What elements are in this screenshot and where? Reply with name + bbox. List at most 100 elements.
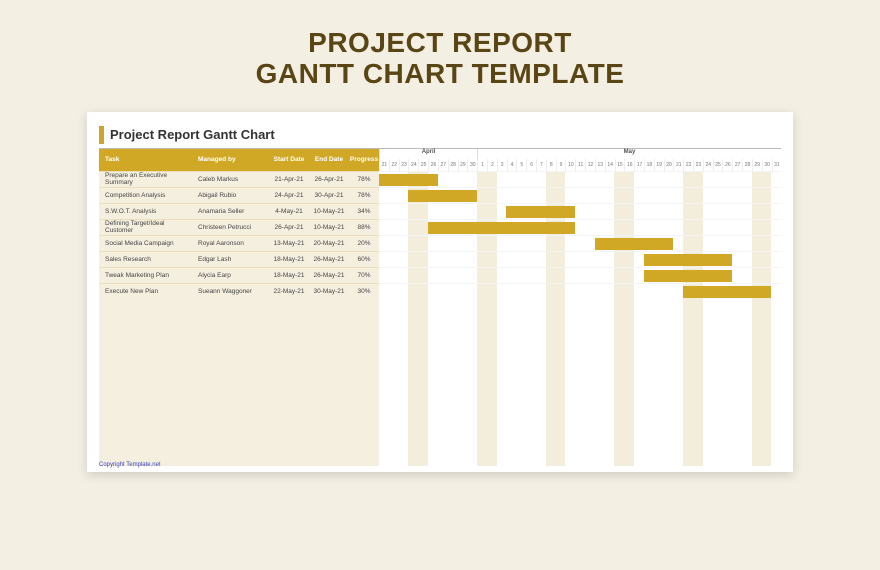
doc-header: Project Report Gantt Chart — [99, 126, 781, 144]
gantt-bar — [595, 238, 673, 250]
day-label: 14 — [605, 159, 615, 171]
table-row: Defining Target/Ideal CustomerChristeen … — [99, 219, 379, 235]
gantt-bar — [644, 254, 732, 266]
day-label: 20 — [664, 159, 674, 171]
timeline-months: AprilMay — [379, 149, 781, 159]
gantt-row — [379, 251, 781, 267]
col-end: End Date — [309, 149, 349, 171]
day-label: 9 — [556, 159, 566, 171]
cell-prog: 78% — [349, 192, 379, 199]
day-label: 17 — [634, 159, 644, 171]
day-label: 12 — [585, 159, 595, 171]
gantt-row — [379, 235, 781, 251]
day-label: 24 — [703, 159, 713, 171]
day-label: 6 — [526, 159, 536, 171]
cell-start: 22-May-21 — [269, 288, 309, 295]
cell-end: 26-May-21 — [309, 272, 349, 279]
gantt-row — [379, 219, 781, 235]
timeline-days: 2122232425262728293012345678910111213141… — [379, 159, 781, 171]
day-label: 8 — [546, 159, 556, 171]
month-label: April — [379, 149, 477, 159]
day-label: 4 — [507, 159, 517, 171]
cell-end: 30-May-21 — [309, 288, 349, 295]
cell-mgr: Edgar Lash — [194, 256, 269, 263]
day-label: 26 — [428, 159, 438, 171]
day-label: 5 — [516, 159, 526, 171]
day-label: 24 — [408, 159, 418, 171]
gantt-chart: Task Managed by Start Date End Date Prog… — [99, 148, 781, 466]
day-label: 25 — [418, 159, 428, 171]
gantt-bar — [683, 286, 771, 298]
gantt-bar — [644, 270, 732, 282]
cell-end: 30-Apr-21 — [309, 192, 349, 199]
day-label: 19 — [654, 159, 664, 171]
day-label: 1 — [477, 159, 487, 171]
day-label: 2 — [487, 159, 497, 171]
day-label: 3 — [497, 159, 507, 171]
cell-prog: 70% — [349, 272, 379, 279]
day-label: 13 — [595, 159, 605, 171]
col-task: Task — [99, 149, 194, 171]
day-label: 27 — [438, 159, 448, 171]
cell-start: 18-May-21 — [269, 256, 309, 263]
day-label: 11 — [575, 159, 585, 171]
day-label: 27 — [732, 159, 742, 171]
table-row: Competition AnalysisAbigail Rubio24-Apr-… — [99, 187, 379, 203]
day-label: 28 — [742, 159, 752, 171]
cell-end: 10-May-21 — [309, 208, 349, 215]
cell-start: 4-May-21 — [269, 208, 309, 215]
day-label: 21 — [379, 159, 389, 171]
cell-task: Execute New Plan — [99, 288, 194, 295]
table-row: Execute New PlanSueann Waggoner22-May-21… — [99, 283, 379, 299]
task-table: Task Managed by Start Date End Date Prog… — [99, 149, 379, 466]
day-label: 30 — [762, 159, 772, 171]
table-body: Prepare an Executive SummaryCaleb Markus… — [99, 171, 379, 299]
cell-start: 26-Apr-21 — [269, 224, 309, 231]
gantt-bar — [408, 190, 477, 202]
cell-end: 26-Apr-21 — [309, 176, 349, 183]
cell-mgr: Anamaria Seller — [194, 208, 269, 215]
day-label: 22 — [683, 159, 693, 171]
cell-mgr: Abigail Rubio — [194, 192, 269, 199]
table-filler — [99, 299, 379, 466]
day-label: 16 — [624, 159, 634, 171]
gantt-row — [379, 267, 781, 283]
gantt-bar — [428, 222, 575, 234]
col-start: Start Date — [269, 149, 309, 171]
day-label: 31 — [772, 159, 782, 171]
day-label: 22 — [389, 159, 399, 171]
day-label: 25 — [713, 159, 723, 171]
document-card: Project Report Gantt Chart Task Managed … — [87, 112, 793, 472]
cell-prog: 20% — [349, 240, 379, 247]
table-row: Social Media CampaignRoyal Aaronson13-Ma… — [99, 235, 379, 251]
cell-start: 13-May-21 — [269, 240, 309, 247]
day-label: 23 — [693, 159, 703, 171]
page-title: PROJECT REPORT GANTT CHART TEMPLATE — [256, 28, 625, 90]
cell-task: Tweak Marketing Plan — [99, 272, 194, 279]
gantt-row — [379, 171, 781, 187]
cell-prog: 60% — [349, 256, 379, 263]
cell-end: 26-May-21 — [309, 256, 349, 263]
cell-mgr: Alycia Earp — [194, 272, 269, 279]
day-label: 28 — [448, 159, 458, 171]
timeline-bars — [379, 171, 781, 466]
col-progress: Progress — [349, 149, 379, 171]
timeline: AprilMay 2122232425262728293012345678910… — [379, 149, 781, 466]
cell-start: 21-Apr-21 — [269, 176, 309, 183]
day-label: 7 — [536, 159, 546, 171]
cell-prog: 34% — [349, 208, 379, 215]
cell-mgr: Christeen Petrucci — [194, 224, 269, 231]
cell-task: Sales Research — [99, 256, 194, 263]
day-label: 26 — [722, 159, 732, 171]
day-label: 10 — [565, 159, 575, 171]
day-label: 23 — [399, 159, 409, 171]
accent-bar-icon — [99, 126, 104, 144]
timeline-header: AprilMay 2122232425262728293012345678910… — [379, 149, 781, 171]
gantt-bar — [379, 174, 438, 186]
cell-mgr: Caleb Markus — [194, 176, 269, 183]
cell-mgr: Sueann Waggoner — [194, 288, 269, 295]
cell-start: 18-May-21 — [269, 272, 309, 279]
cell-task: Prepare an Executive Summary — [99, 172, 194, 186]
day-label: 21 — [673, 159, 683, 171]
day-label: 15 — [615, 159, 625, 171]
